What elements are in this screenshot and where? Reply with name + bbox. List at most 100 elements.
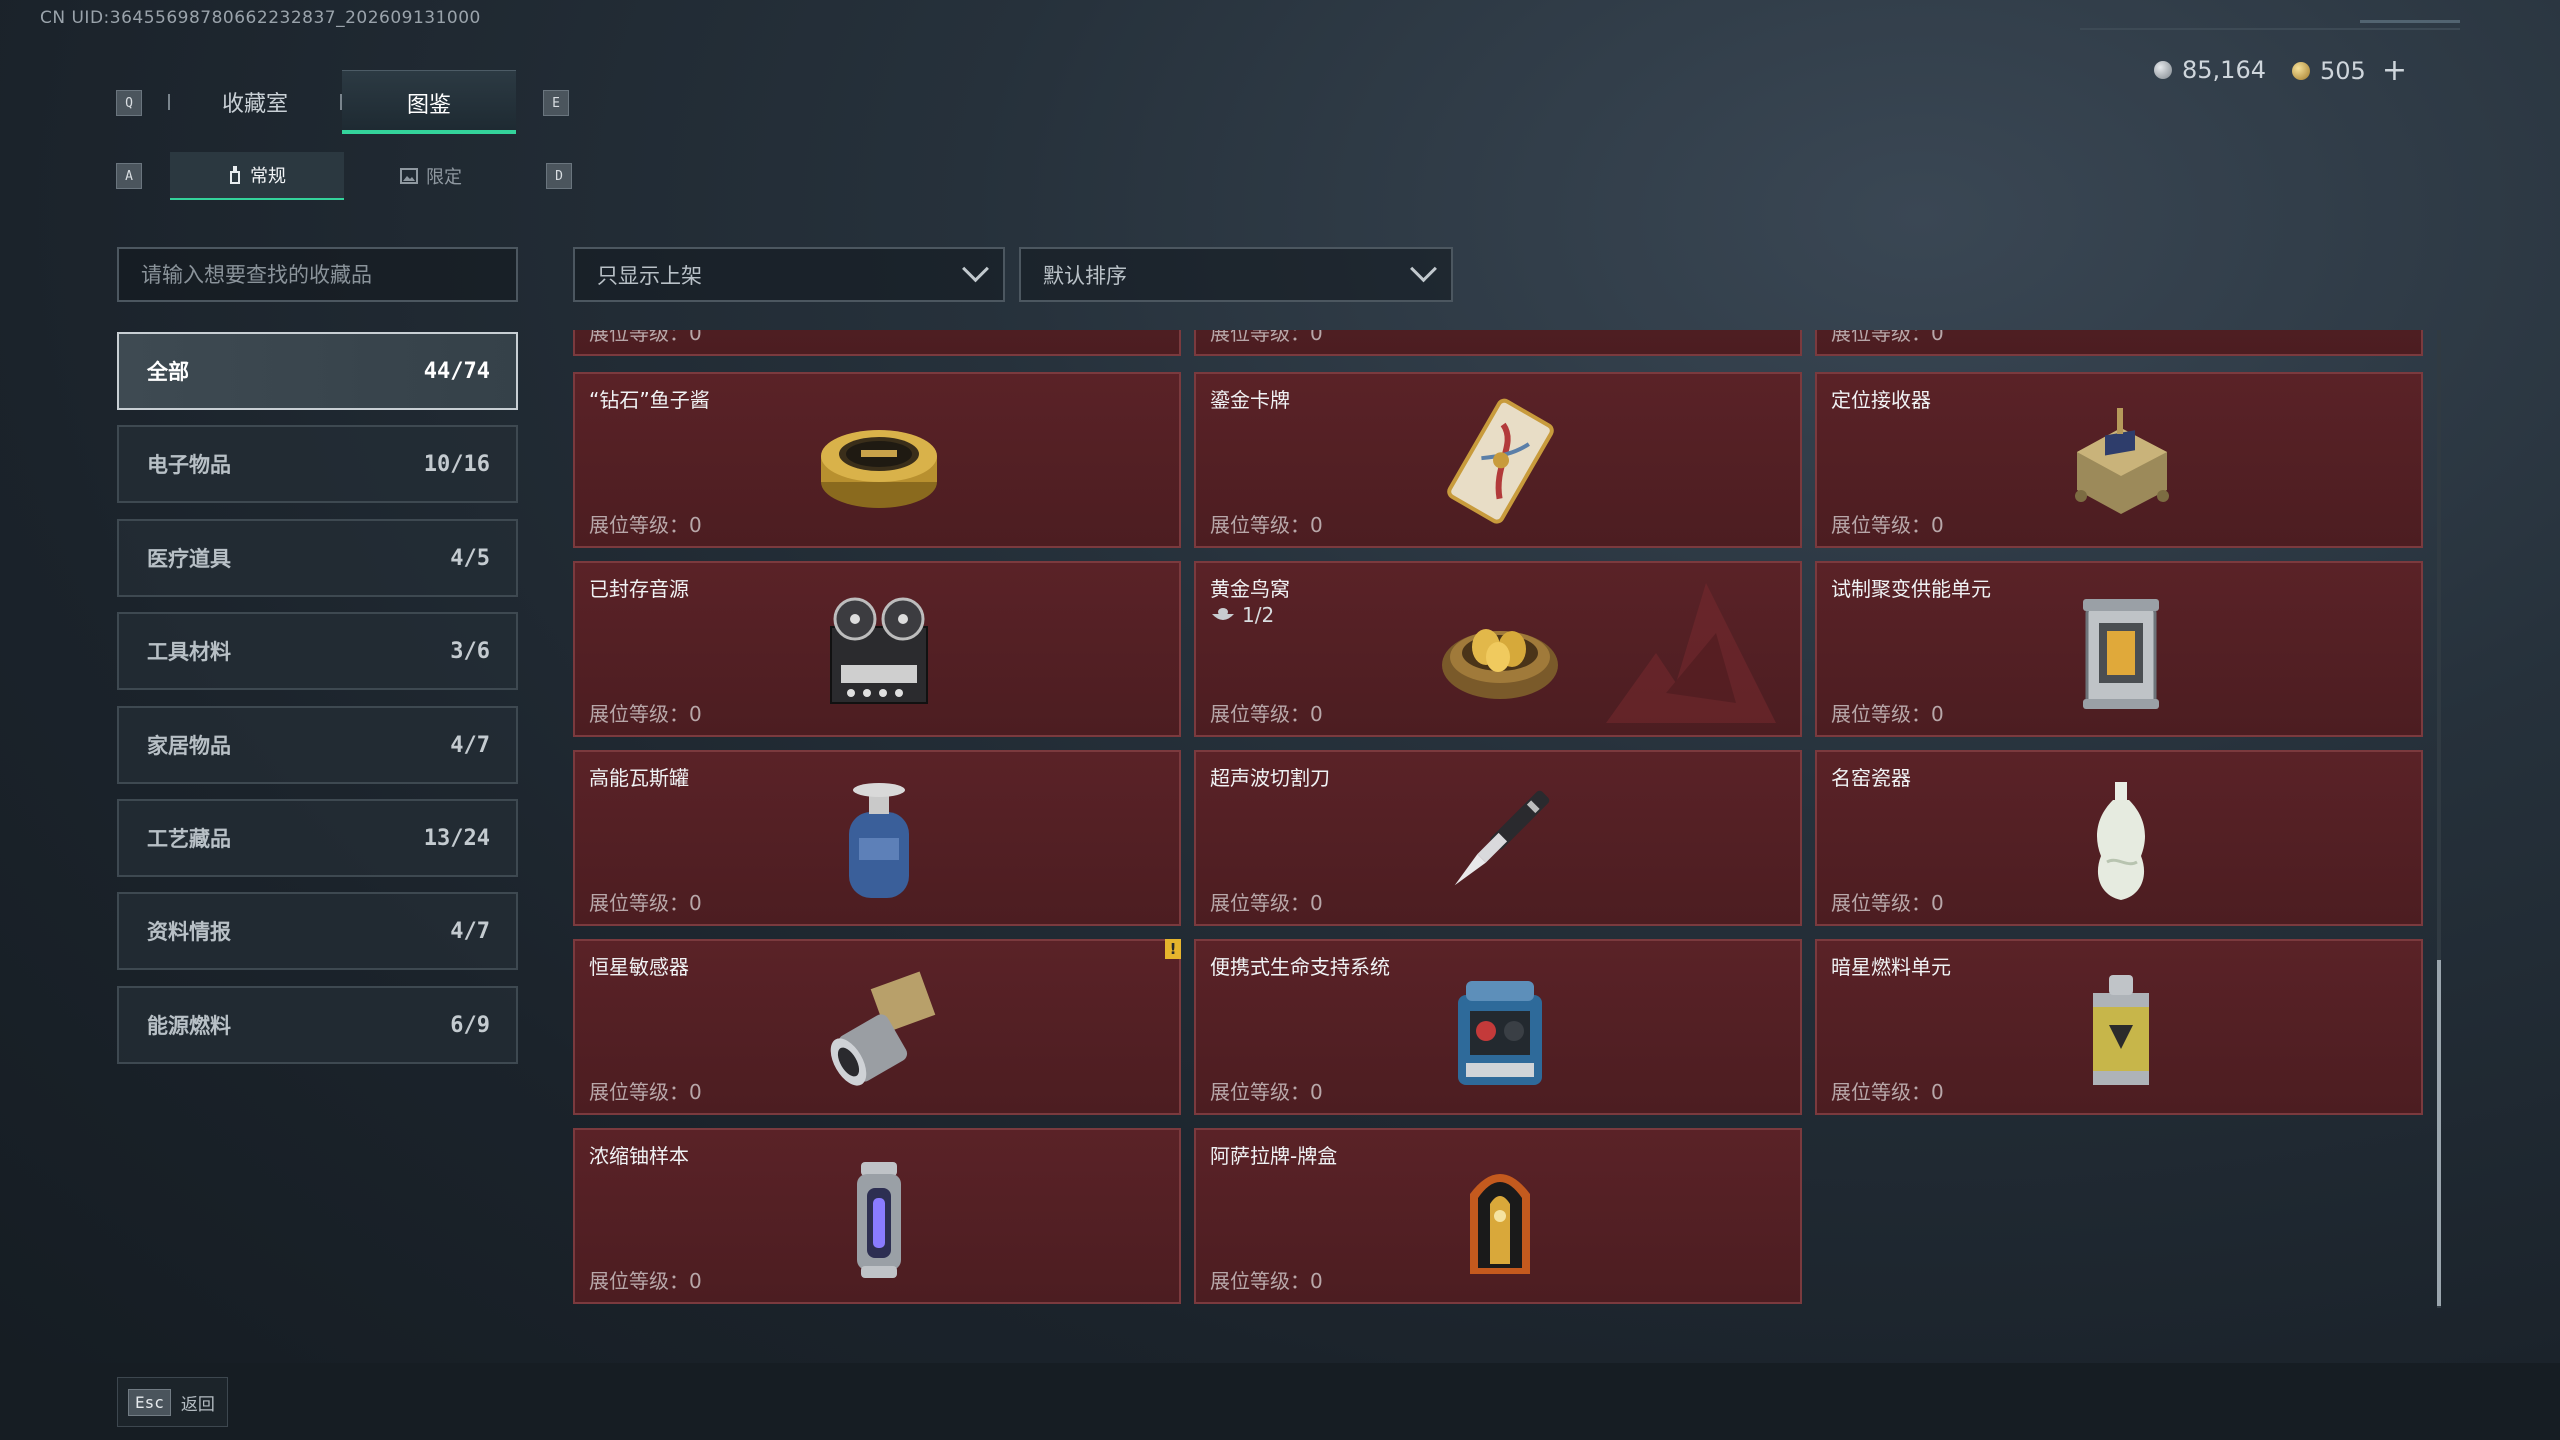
item-name: 超声波切割刀 bbox=[1210, 766, 1330, 790]
item-card[interactable]: 便携式生命支持系统 展位等级：0 bbox=[1194, 939, 1802, 1115]
item-card[interactable]: “钻石”鱼子酱 展位等级：0 bbox=[573, 372, 1181, 548]
item-card[interactable]: 名窑瓷器 展位等级：0 bbox=[1815, 750, 2423, 926]
bottle-icon bbox=[230, 166, 240, 184]
category-count: 13/24 bbox=[423, 825, 490, 851]
category-label: 工艺藏品 bbox=[147, 827, 231, 851]
subtab-limited[interactable]: 限定 bbox=[344, 152, 518, 200]
locator-receiver-icon bbox=[2075, 408, 2169, 514]
item-card[interactable]: 高能瓦斯罐 展位等级：0 bbox=[573, 750, 1181, 926]
item-card[interactable]: 恒星敏感器 ! 展位等级：0 bbox=[573, 939, 1181, 1115]
sort-value: 默认排序 bbox=[1043, 263, 1127, 288]
shelf-filter-value: 只显示上架 bbox=[597, 263, 702, 288]
chevron-down-icon bbox=[962, 255, 989, 283]
porcelain-vase-icon bbox=[2097, 782, 2145, 900]
category-tools[interactable]: 工具材料 3/6 bbox=[117, 612, 518, 690]
item-level: 展位等级：0 bbox=[1210, 513, 1323, 537]
item-name: 高能瓦斯罐 bbox=[589, 766, 689, 790]
item-card[interactable]: 浓缩铀样本 展位等级：0 bbox=[573, 1128, 1181, 1304]
item-level: 展位等级：0 bbox=[1831, 513, 1944, 537]
silver-currency: 85,164 bbox=[2154, 56, 2266, 84]
item-level: 展位等级：0 bbox=[1210, 1269, 1323, 1293]
item-level: 展位等级：0 bbox=[1210, 891, 1323, 915]
sub-tabs: 常规 限定 bbox=[170, 152, 518, 200]
item-level: 展位等级：0 bbox=[1210, 1080, 1323, 1104]
ultrasonic-knife-icon bbox=[1454, 790, 1550, 886]
item-name: 试制聚变供能单元 bbox=[1831, 577, 1991, 601]
silver-amount: 85,164 bbox=[2182, 56, 2266, 84]
category-count: 4/7 bbox=[450, 732, 490, 758]
category-count: 10/16 bbox=[423, 451, 490, 477]
category-label: 电子物品 bbox=[147, 453, 231, 477]
category-count: 44/74 bbox=[423, 358, 490, 384]
picture-icon bbox=[400, 168, 418, 184]
golden-nest-icon bbox=[1442, 629, 1558, 699]
category-crafts[interactable]: 工艺藏品 13/24 bbox=[117, 799, 518, 877]
item-card[interactable]: 定位接收器 展位等级：0 bbox=[1815, 372, 2423, 548]
category-all[interactable]: 全部 44/74 bbox=[117, 332, 518, 410]
search-input[interactable] bbox=[141, 262, 516, 287]
scrollbar-thumb[interactable] bbox=[2437, 960, 2441, 1306]
category-household[interactable]: 家居物品 4/7 bbox=[117, 706, 518, 784]
item-card[interactable]: 暗星燃料单元 展位等级：0 bbox=[1815, 939, 2423, 1115]
category-energy[interactable]: 能源燃料 6/9 bbox=[117, 986, 518, 1064]
search-box[interactable] bbox=[117, 247, 518, 302]
fusion-unit-icon bbox=[2083, 599, 2159, 709]
category-count: 3/6 bbox=[450, 638, 490, 664]
item-card[interactable]: 黄金鸟窝 1/2 展位等级：0 bbox=[1194, 561, 1802, 737]
item-card[interactable]: 已封存音源 展位等级：0 bbox=[573, 561, 1181, 737]
item-card[interactable]: 试制聚变供能单元 展位等级：0 bbox=[1815, 561, 2423, 737]
item-level: 展位等级：0 bbox=[589, 1080, 702, 1104]
key-hint-prev-subtab: A bbox=[116, 163, 142, 189]
item-name: “钻石”鱼子酱 bbox=[589, 388, 710, 412]
shelf-filter-dropdown[interactable]: 只显示上架 bbox=[573, 247, 1005, 302]
item-name: 黄金鸟窝 bbox=[1210, 577, 1290, 601]
chevron-down-icon bbox=[1410, 255, 1437, 283]
item-card[interactable]: 阿萨拉牌-牌盒 展位等级：0 bbox=[1194, 1128, 1802, 1304]
nest-icon bbox=[1212, 608, 1234, 620]
item-name: 便携式生命支持系统 bbox=[1210, 955, 1390, 979]
item-progress-value: 1/2 bbox=[1242, 603, 1275, 627]
tab-codex[interactable]: 图鉴 bbox=[342, 70, 516, 134]
sort-dropdown[interactable]: 默认排序 bbox=[1019, 247, 1453, 302]
bottom-bar bbox=[0, 1363, 2560, 1440]
item-card[interactable]: 展位等级：0 bbox=[1815, 330, 2423, 356]
tab-separator bbox=[340, 94, 342, 110]
category-label: 资料情报 bbox=[147, 920, 231, 944]
item-card[interactable]: 鎏金卡牌 展位等级：0 bbox=[1194, 372, 1802, 548]
item-grid: 展位等级：0 展位等级：0 展位等级：0 “钻石”鱼子酱 展位等级：0 鎏金卡牌 bbox=[570, 330, 2430, 1310]
tab-collection-room[interactable]: 收藏室 bbox=[168, 70, 342, 134]
warning-badge-icon: ! bbox=[1165, 939, 1181, 959]
item-level: 展位等级：0 bbox=[1831, 1080, 1944, 1104]
item-level: 展位等级：0 bbox=[589, 1269, 702, 1293]
back-button[interactable]: Esc 返回 bbox=[117, 1377, 228, 1427]
item-name: 定位接收器 bbox=[1831, 388, 1931, 412]
fuel-canister-icon bbox=[2093, 975, 2149, 1085]
esc-key-hint: Esc bbox=[128, 1388, 171, 1416]
item-name: 名窑瓷器 bbox=[1831, 766, 1911, 790]
item-progress: 1/2 bbox=[1210, 603, 1274, 627]
faction-emblem-icon bbox=[1606, 583, 1776, 723]
uranium-sample-icon bbox=[857, 1162, 901, 1278]
category-intel[interactable]: 资料情报 4/7 bbox=[117, 892, 518, 970]
star-sensor-icon bbox=[830, 971, 936, 1086]
category-medical[interactable]: 医疗道具 4/5 bbox=[117, 519, 518, 597]
item-card[interactable]: 展位等级：0 bbox=[1194, 330, 1802, 356]
card-box-icon bbox=[1470, 1174, 1530, 1274]
gilded-card-icon bbox=[1447, 398, 1554, 524]
item-card[interactable]: 展位等级：0 bbox=[573, 330, 1181, 356]
caviar-tin-icon bbox=[821, 430, 937, 508]
category-count: 4/7 bbox=[450, 918, 490, 944]
category-label: 全部 bbox=[147, 360, 189, 384]
item-name: 已封存音源 bbox=[589, 577, 689, 601]
key-hint-next-subtab: D bbox=[546, 163, 572, 189]
category-electronics[interactable]: 电子物品 10/16 bbox=[117, 425, 518, 503]
add-currency-plus-icon[interactable]: + bbox=[2382, 56, 2407, 86]
main-tabs: 收藏室 图鉴 bbox=[168, 70, 516, 134]
item-card[interactable]: 超声波切割刀 展位等级：0 bbox=[1194, 750, 1802, 926]
category-label: 家居物品 bbox=[147, 734, 231, 758]
subtab-regular[interactable]: 常规 bbox=[170, 152, 344, 200]
item-name: 浓缩铀样本 bbox=[589, 1144, 689, 1168]
reel-recorder-icon bbox=[830, 597, 928, 704]
item-name: 阿萨拉牌-牌盒 bbox=[1210, 1144, 1338, 1168]
gold-coin-icon bbox=[2292, 62, 2310, 80]
